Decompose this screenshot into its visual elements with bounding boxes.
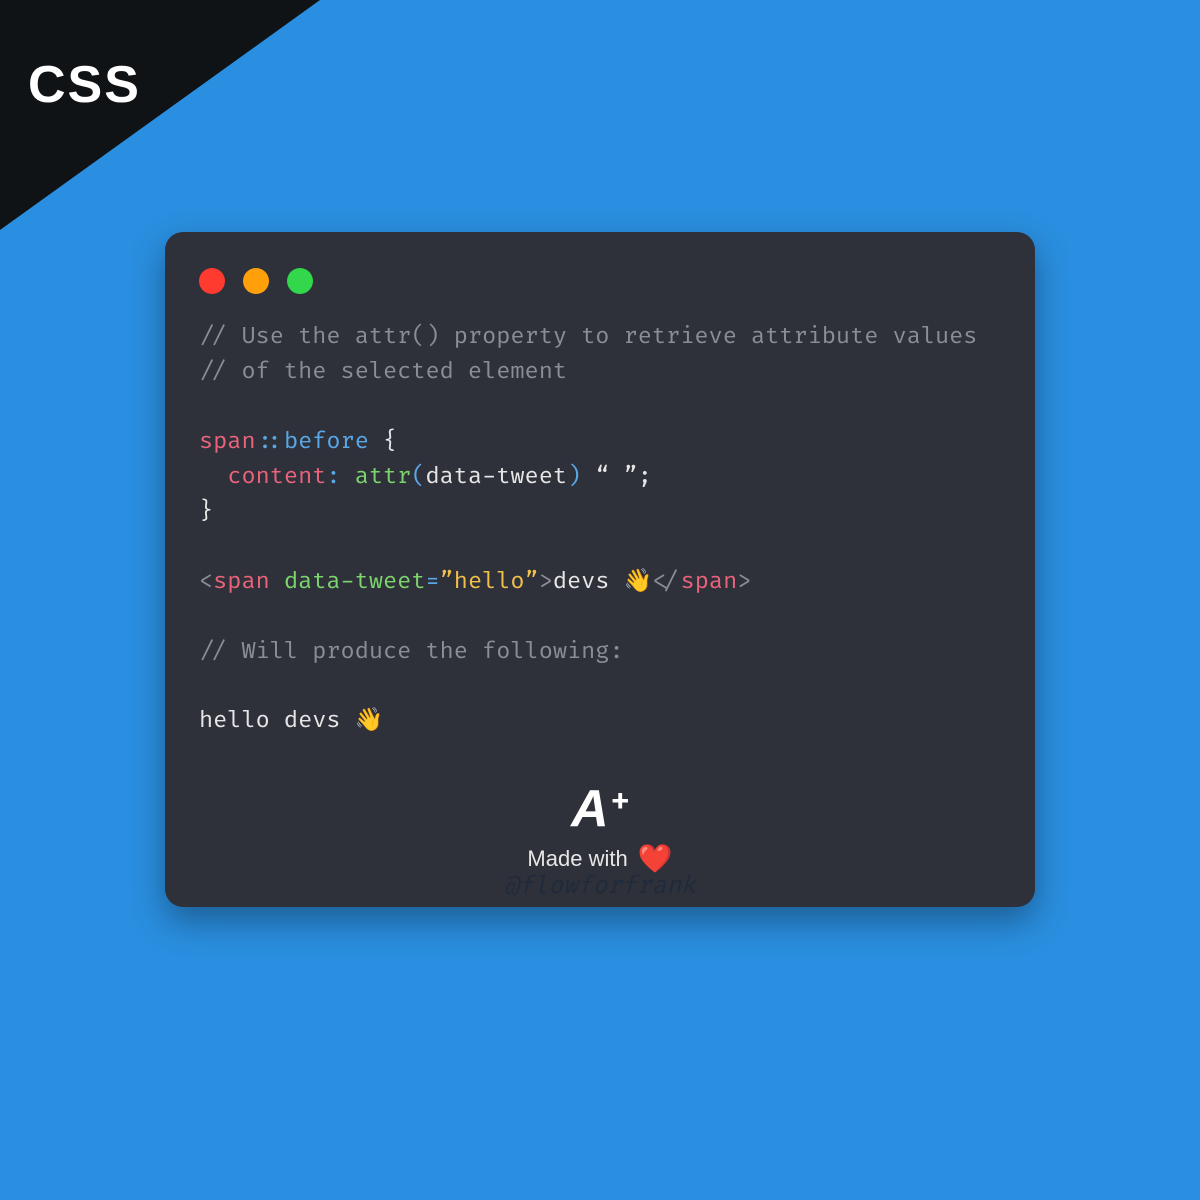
code-pseudo-sep: ::	[256, 428, 284, 456]
logo-plus-icon: +	[612, 784, 629, 819]
code-window: // Use the attr() property to retrieve a…	[165, 232, 1035, 907]
code-indent	[199, 463, 227, 491]
code-selector: span	[199, 428, 256, 456]
logo-letter: A	[571, 783, 606, 835]
code-paren: )	[567, 463, 581, 491]
code-comment: // of the selected element	[199, 358, 567, 386]
maximize-icon[interactable]	[287, 268, 313, 294]
code-block: // Use the attr() property to retrieve a…	[199, 320, 1001, 739]
corner-badge-label: CSS	[28, 55, 141, 115]
code-colon: :	[326, 463, 354, 491]
code-angle: <	[652, 568, 666, 596]
code-pseudo: before	[284, 428, 369, 456]
code-brace: {	[369, 428, 397, 456]
code-inner-text: devs 👋	[553, 568, 652, 596]
code-arg: data-tweet	[425, 463, 567, 491]
author-handle: @flowforfrank	[0, 872, 1200, 901]
code-paren: (	[411, 463, 425, 491]
code-func: attr	[355, 463, 412, 491]
code-angle: <	[199, 568, 213, 596]
code-eq: =	[425, 568, 439, 596]
code-slash: /	[666, 568, 680, 596]
code-output: hello devs 👋	[199, 707, 383, 735]
corner-badge-triangle	[0, 0, 320, 230]
code-space	[270, 568, 284, 596]
code-attr: data-tweet	[284, 568, 426, 596]
heart-icon: ❤️	[638, 845, 673, 873]
code-angle: >	[737, 568, 751, 596]
made-with-text: Made with	[527, 846, 627, 872]
traffic-lights	[199, 268, 1001, 294]
minimize-icon[interactable]	[243, 268, 269, 294]
made-with-label: Made with ❤️	[527, 845, 672, 873]
code-angle: >	[539, 568, 553, 596]
window-footer: A + Made with ❤️	[199, 783, 1001, 873]
code-tag: span	[213, 568, 270, 596]
code-brace: }	[199, 498, 213, 526]
code-attr-value: ”hello”	[440, 568, 539, 596]
code-comment: // Will produce the following:	[199, 638, 624, 666]
code-string: “ ”;	[581, 463, 652, 491]
code-property: content	[227, 463, 326, 491]
code-tag: span	[681, 568, 738, 596]
code-comment: // Use the attr() property to retrieve a…	[199, 323, 977, 351]
close-icon[interactable]	[199, 268, 225, 294]
logo: A +	[571, 783, 629, 835]
